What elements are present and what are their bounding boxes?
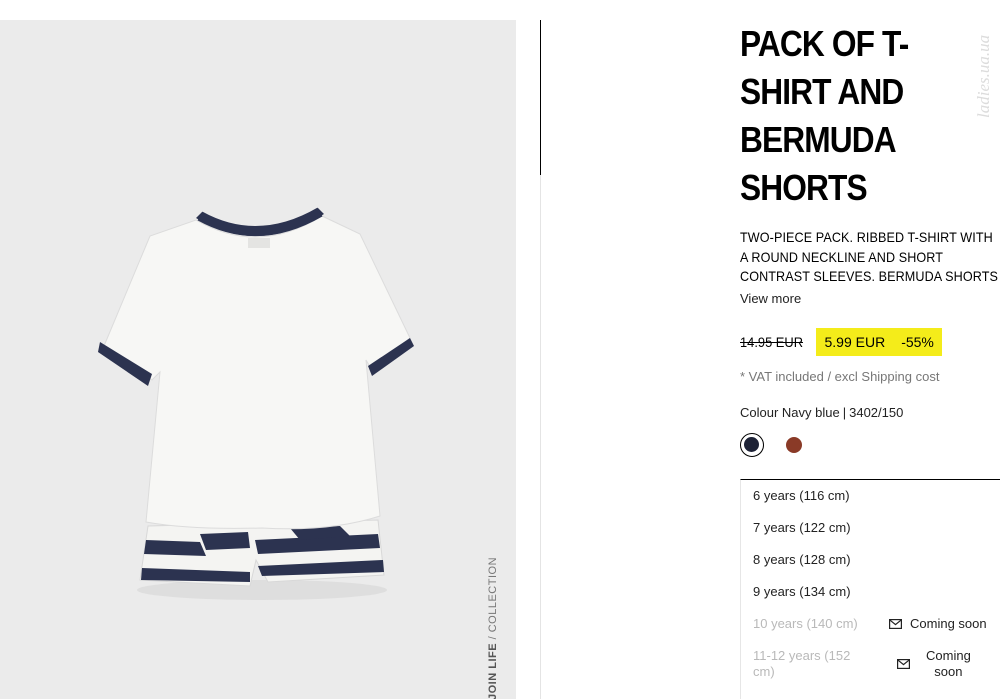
- size-selector: 6 years (116 cm) 7 years (122 cm) 8 year…: [740, 479, 1000, 699]
- collection-tag-suffix: / COLLECTION: [487, 556, 499, 643]
- coming-soon-line: Coming: [926, 648, 971, 663]
- size-option[interactable]: 9 years (134 cm): [753, 584, 851, 599]
- sale-price-badge: 5.99 EUR -55%: [816, 328, 942, 356]
- old-price: 14.95 EUR: [740, 334, 804, 350]
- colour-swatch-navy-blue[interactable]: [740, 433, 764, 457]
- coming-soon-notice[interactable]: Coming soon: [889, 616, 987, 631]
- size-option[interactable]: 7 years (122 cm): [753, 520, 851, 535]
- description-line: TWO-PIECE PACK. RIBBED T-SHIRT WITH: [740, 229, 993, 245]
- product-reference: 3402/150: [849, 405, 904, 420]
- description-line: CONTRAST SLEEVES. BERMUDA SHORTS: [740, 268, 998, 284]
- product-image[interactable]: JOIN LIFE / COLLECTION: [0, 20, 516, 699]
- size-label-line: 11-12 years (152: [753, 648, 851, 663]
- size-option-unavailable[interactable]: 11-12 years (152 cm): [753, 648, 850, 680]
- product-title-line: BERMUDA: [740, 119, 897, 160]
- product-title-line: SHORTS: [740, 167, 868, 208]
- gallery-divider: [540, 20, 541, 175]
- mail-icon: [897, 659, 910, 669]
- size-option[interactable]: 8 years (128 cm): [753, 552, 851, 567]
- size-label-line: cm): [753, 664, 775, 679]
- discount-percent: -55%: [901, 334, 934, 350]
- product-title-line: PACK OF T-: [740, 23, 909, 64]
- coming-soon-label: Coming soon: [910, 616, 987, 631]
- product-title: PACK OF T- SHIRT AND BERMUDA SHORTS: [740, 20, 916, 212]
- product-description: TWO-PIECE PACK. RIBBED T-SHIRT WITH A RO…: [740, 228, 1000, 287]
- mail-icon: [889, 618, 902, 629]
- size-option[interactable]: 6 years (116 cm): [753, 488, 850, 503]
- coming-soon-label: Coming soon: [926, 648, 971, 680]
- size-option-unavailable[interactable]: 10 years (140 cm): [753, 616, 858, 631]
- view-more-link[interactable]: View more: [740, 291, 801, 306]
- collection-tag: JOIN LIFE / COLLECTION: [487, 540, 503, 699]
- vat-note: * VAT included / excl Shipping cost: [740, 369, 940, 384]
- colour-info: Colour Navy blue | 3402/150: [740, 405, 903, 420]
- product-title-line: SHIRT AND: [740, 71, 904, 112]
- collection-tag-prefix: JOIN LIFE: [487, 642, 499, 699]
- description-line: A ROUND NECKLINE AND SHORT: [740, 248, 944, 265]
- colour-label: Colour Navy blue: [740, 405, 840, 420]
- sale-price: 5.99 EUR: [824, 334, 886, 350]
- product-photo-illustration: [0, 20, 516, 699]
- gallery-divider-light: [540, 175, 541, 699]
- product-info: PACK OF T- SHIRT AND BERMUDA SHORTS: [740, 20, 1000, 212]
- coming-soon-notice[interactable]: Coming soon: [897, 648, 971, 680]
- colour-swatch-brown[interactable]: [783, 434, 805, 456]
- coming-soon-line: soon: [934, 664, 963, 679]
- colour-separator: |: [842, 405, 847, 420]
- price-row: 14.95 EUR 5.99 EUR -55%: [740, 328, 942, 356]
